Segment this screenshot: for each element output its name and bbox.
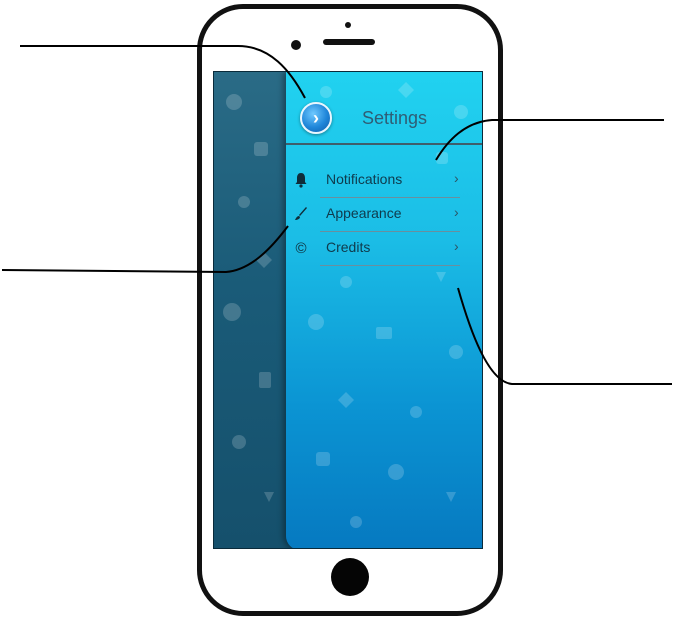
- home-button[interactable]: [331, 558, 369, 596]
- chevron-right-icon: ›: [313, 108, 319, 128]
- underlying-view: [214, 72, 294, 548]
- settings-menu: Notifications › Appearance › © Credits ›: [286, 164, 482, 266]
- menu-item-label: Notifications: [326, 171, 403, 187]
- menu-item-notifications[interactable]: Notifications ›: [286, 164, 482, 198]
- front-sensor: [345, 22, 351, 28]
- chevron-right-icon: ›: [454, 170, 459, 186]
- menu-item-credits[interactable]: © Credits ›: [286, 232, 482, 266]
- chevron-right-icon: ›: [454, 238, 459, 254]
- background-pattern: [223, 94, 274, 502]
- menu-item-label: Appearance: [326, 205, 402, 221]
- header-divider: [286, 143, 482, 145]
- settings-header: › Settings: [286, 72, 482, 145]
- phone-screen: › Settings Notifications › Appearance › …: [213, 71, 483, 549]
- settings-panel: › Settings Notifications › Appearance › …: [286, 72, 482, 548]
- menu-item-label: Credits: [326, 239, 371, 255]
- back-button[interactable]: ›: [300, 102, 332, 134]
- front-camera: [291, 40, 301, 50]
- chevron-right-icon: ›: [454, 204, 459, 220]
- brush-icon: [292, 206, 310, 224]
- menu-divider: [320, 265, 460, 266]
- menu-item-appearance[interactable]: Appearance ›: [286, 198, 482, 232]
- earpiece-speaker: [323, 39, 375, 45]
- page-title: Settings: [362, 108, 428, 128]
- copyright-icon: ©: [295, 240, 307, 257]
- bell-icon: [292, 172, 310, 190]
